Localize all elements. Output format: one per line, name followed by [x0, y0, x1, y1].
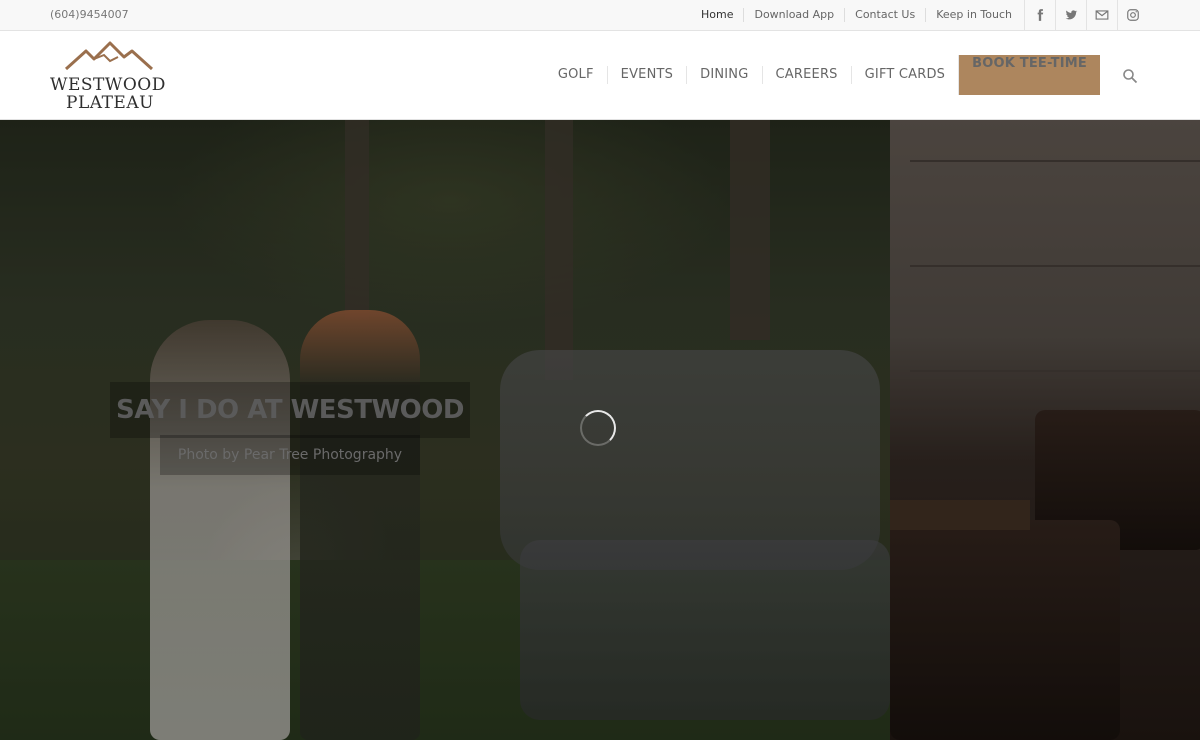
top-utility-bar: (604)9454007 Home Download App Contact U…	[0, 0, 1200, 31]
logo-text-plateau: PLATEAU	[66, 93, 154, 113]
top-link-keep-in-touch[interactable]: Keep in Touch	[925, 8, 1022, 22]
hero-slider[interactable]: SAY I DO AT WESTWOOD Photo by Pear Tree …	[0, 120, 1200, 740]
mail-icon[interactable]	[1086, 0, 1117, 30]
nav-gift-cards[interactable]: GIFT CARDS	[850, 66, 959, 84]
hero-title: SAY I DO AT WESTWOOD	[110, 382, 470, 438]
top-links: Home Download App Contact Us Keep in Tou…	[691, 8, 1022, 22]
phone-number[interactable]: (604)9454007	[50, 8, 129, 21]
hero-subtitle: Photo by Pear Tree Photography	[160, 435, 420, 475]
nav-events[interactable]: EVENTS	[606, 66, 686, 84]
search-icon[interactable]	[1122, 68, 1138, 84]
logo-text-westwood: WESTWOOD	[50, 75, 166, 95]
main-nav: GOLF EVENTS DINING CAREERS GIFT CARDS BO…	[545, 55, 1100, 95]
instagram-icon[interactable]	[1117, 0, 1148, 30]
nav-golf[interactable]: GOLF	[545, 66, 607, 84]
top-link-contact-us[interactable]: Contact Us	[844, 8, 925, 22]
social-links	[1024, 0, 1148, 30]
site-logo[interactable]: WESTWOOD PLATEAU	[50, 39, 170, 113]
nav-careers[interactable]: CAREERS	[761, 66, 851, 84]
top-link-home[interactable]: Home	[691, 8, 743, 22]
book-tee-time-button[interactable]: BOOK TEE-TIME	[958, 55, 1100, 95]
nav-dining[interactable]: DINING	[686, 66, 761, 84]
top-link-download-app[interactable]: Download App	[743, 8, 844, 22]
twitter-icon[interactable]	[1055, 0, 1086, 30]
mountain-logo-icon	[64, 41, 154, 71]
facebook-icon[interactable]	[1024, 0, 1055, 30]
loading-spinner-icon	[580, 410, 616, 446]
site-header: WESTWOOD PLATEAU GOLF EVENTS DINING CARE…	[0, 31, 1200, 120]
